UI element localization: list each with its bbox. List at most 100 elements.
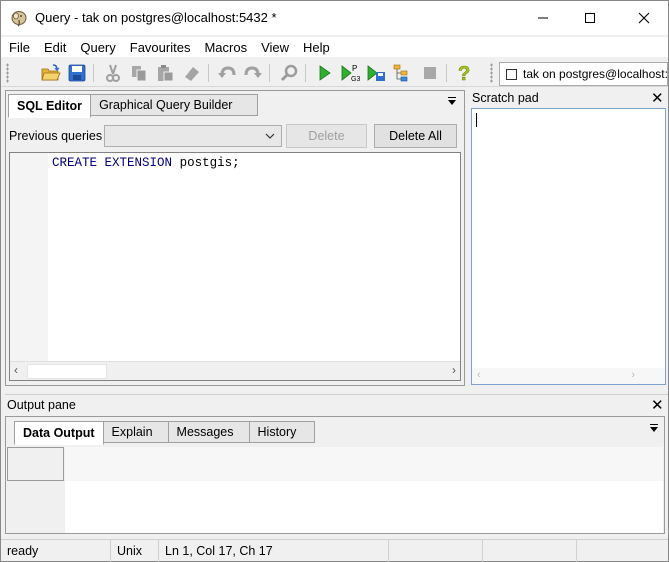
toolbar-separator bbox=[269, 64, 270, 82]
delete-all-button[interactable]: Delete All bbox=[374, 124, 457, 148]
editor-tabs: SQL Editor Graphical Query Builder bbox=[8, 94, 259, 118]
execute-pgscript-button[interactable]: P G3 bbox=[340, 63, 360, 83]
close-scratch-pad-icon[interactable]: ✕ bbox=[651, 89, 664, 107]
cut-button[interactable] bbox=[103, 63, 123, 83]
open-file-button[interactable] bbox=[41, 63, 61, 83]
tab-list-dropdown-icon[interactable] bbox=[448, 97, 456, 105]
play-save-icon bbox=[367, 65, 385, 81]
tab-explain[interactable]: Explain bbox=[102, 421, 169, 443]
output-panel: Data Output Explain Messages History bbox=[5, 416, 665, 534]
grid-row-header bbox=[7, 481, 64, 533]
scratch-pad-textarea[interactable]: ‹ › bbox=[471, 108, 666, 385]
undo-button[interactable] bbox=[217, 63, 237, 83]
grid-body bbox=[65, 481, 663, 533]
close-icon bbox=[638, 12, 650, 24]
tab-graphical-query-builder[interactable]: Graphical Query Builder bbox=[90, 94, 259, 116]
copy-button[interactable] bbox=[129, 63, 149, 83]
scroll-right-icon[interactable]: › bbox=[631, 369, 635, 381]
chevron-down-icon bbox=[265, 129, 275, 143]
maximize-icon bbox=[585, 13, 595, 23]
output-pane: Output pane ✕ Data Output Explain Messag… bbox=[1, 394, 668, 537]
grid-column-header bbox=[65, 447, 663, 481]
tab-data-output[interactable]: Data Output bbox=[14, 421, 104, 445]
previous-queries-select[interactable] bbox=[104, 125, 282, 147]
sql-keyword: EXTENSION bbox=[104, 156, 173, 170]
text-caret bbox=[476, 113, 477, 127]
cancel-query-button[interactable] bbox=[420, 63, 440, 83]
redo-icon bbox=[244, 66, 262, 78]
toolbar-grip[interactable] bbox=[490, 63, 493, 83]
scroll-left-icon[interactable]: ‹ bbox=[14, 363, 18, 377]
scroll-left-icon[interactable]: ‹ bbox=[477, 369, 481, 381]
tab-messages[interactable]: Messages bbox=[167, 421, 250, 443]
editor-horizontal-scrollbar[interactable]: ‹ › bbox=[10, 361, 460, 380]
copy-icon bbox=[132, 66, 147, 82]
scissors-icon bbox=[106, 64, 120, 82]
output-pane-title: Output pane bbox=[7, 398, 76, 412]
connection-checkbox[interactable] bbox=[506, 68, 517, 80]
save-file-button[interactable] bbox=[67, 63, 87, 83]
maximize-button[interactable] bbox=[567, 1, 613, 35]
folder-open-icon bbox=[41, 64, 61, 81]
floppy-disk-icon bbox=[68, 64, 86, 82]
toolbar-separator bbox=[305, 64, 306, 82]
close-button[interactable] bbox=[621, 1, 667, 35]
grid-corner-cell[interactable] bbox=[7, 447, 64, 481]
status-line-ending: Unix bbox=[111, 540, 159, 562]
scratch-pad-title: Scratch pad bbox=[472, 91, 539, 105]
toolbar-separator bbox=[93, 64, 94, 82]
output-tabs: Data Output Explain Messages History bbox=[14, 421, 315, 445]
menu-file[interactable]: File bbox=[1, 40, 37, 55]
find-button[interactable] bbox=[279, 63, 299, 83]
window-title: Query - tak on postgres@localhost:5432 * bbox=[35, 10, 277, 25]
toolbar-separator bbox=[208, 64, 209, 82]
menu-bar: File Edit Query Favourites Macros View H… bbox=[1, 37, 668, 57]
sql-editor-pane: SQL Editor Graphical Query Builder Previ… bbox=[5, 90, 465, 386]
search-icon bbox=[280, 64, 298, 82]
help-button[interactable]: ? bbox=[454, 63, 474, 83]
paste-icon bbox=[158, 65, 174, 82]
execute-button[interactable] bbox=[314, 63, 334, 83]
explain-button[interactable] bbox=[393, 63, 413, 83]
paste-button[interactable] bbox=[155, 63, 175, 83]
output-tab-list-dropdown-icon[interactable] bbox=[650, 424, 658, 432]
explain-icon bbox=[393, 64, 408, 82]
sql-text: postgis; bbox=[179, 156, 240, 170]
menu-query[interactable]: Query bbox=[73, 40, 122, 55]
tab-sql-editor[interactable]: SQL Editor bbox=[8, 94, 92, 118]
menu-macros[interactable]: Macros bbox=[197, 40, 254, 55]
minimize-button[interactable] bbox=[520, 1, 566, 35]
scratch-horizontal-scrollbar[interactable]: ‹ › bbox=[472, 368, 665, 384]
menu-favourites[interactable]: Favourites bbox=[123, 40, 198, 55]
line-number-gutter bbox=[10, 153, 48, 361]
delete-button[interactable]: Delete bbox=[286, 124, 367, 148]
connection-label: tak on postgres@localhost:5432 bbox=[523, 67, 668, 81]
scroll-right-icon[interactable]: › bbox=[452, 363, 456, 377]
status-cursor-position: Ln 1, Col 17, Ch 17 bbox=[159, 540, 389, 562]
scrollbar-thumb[interactable] bbox=[27, 364, 107, 379]
menu-view[interactable]: View bbox=[254, 40, 296, 55]
pgadmin-elephant-icon bbox=[10, 9, 28, 27]
menu-help[interactable]: Help bbox=[296, 40, 337, 55]
data-output-grid[interactable] bbox=[7, 445, 663, 533]
svg-text:P: P bbox=[352, 64, 357, 73]
execute-to-file-button[interactable] bbox=[366, 63, 386, 83]
clear-button[interactable] bbox=[181, 63, 201, 83]
code-line: CREATE EXTENSION postgis; bbox=[52, 156, 240, 170]
connection-selector[interactable]: tak on postgres@localhost:5432 bbox=[499, 62, 668, 86]
undo-icon bbox=[218, 66, 236, 78]
status-cell-empty bbox=[577, 540, 668, 562]
sql-code-editor[interactable]: CREATE EXTENSION postgis; ‹ › bbox=[9, 152, 461, 381]
menu-edit[interactable]: Edit bbox=[37, 40, 73, 55]
redo-button[interactable] bbox=[243, 63, 263, 83]
stop-icon bbox=[424, 67, 436, 79]
toolbar-grip[interactable] bbox=[6, 63, 9, 83]
status-bar: ready Unix Ln 1, Col 17, Ch 17 bbox=[1, 539, 668, 562]
tab-history[interactable]: History bbox=[248, 421, 315, 443]
scratch-pad-pane: Scratch pad ✕ ‹ › bbox=[469, 89, 668, 387]
title-bar: Query - tak on postgres@localhost:5432 * bbox=[1, 1, 668, 35]
close-output-pane-icon[interactable]: ✕ bbox=[651, 396, 664, 414]
eraser-icon bbox=[185, 67, 199, 81]
status-cell-empty bbox=[389, 540, 483, 562]
output-pane-header: Output pane ✕ bbox=[5, 394, 668, 414]
